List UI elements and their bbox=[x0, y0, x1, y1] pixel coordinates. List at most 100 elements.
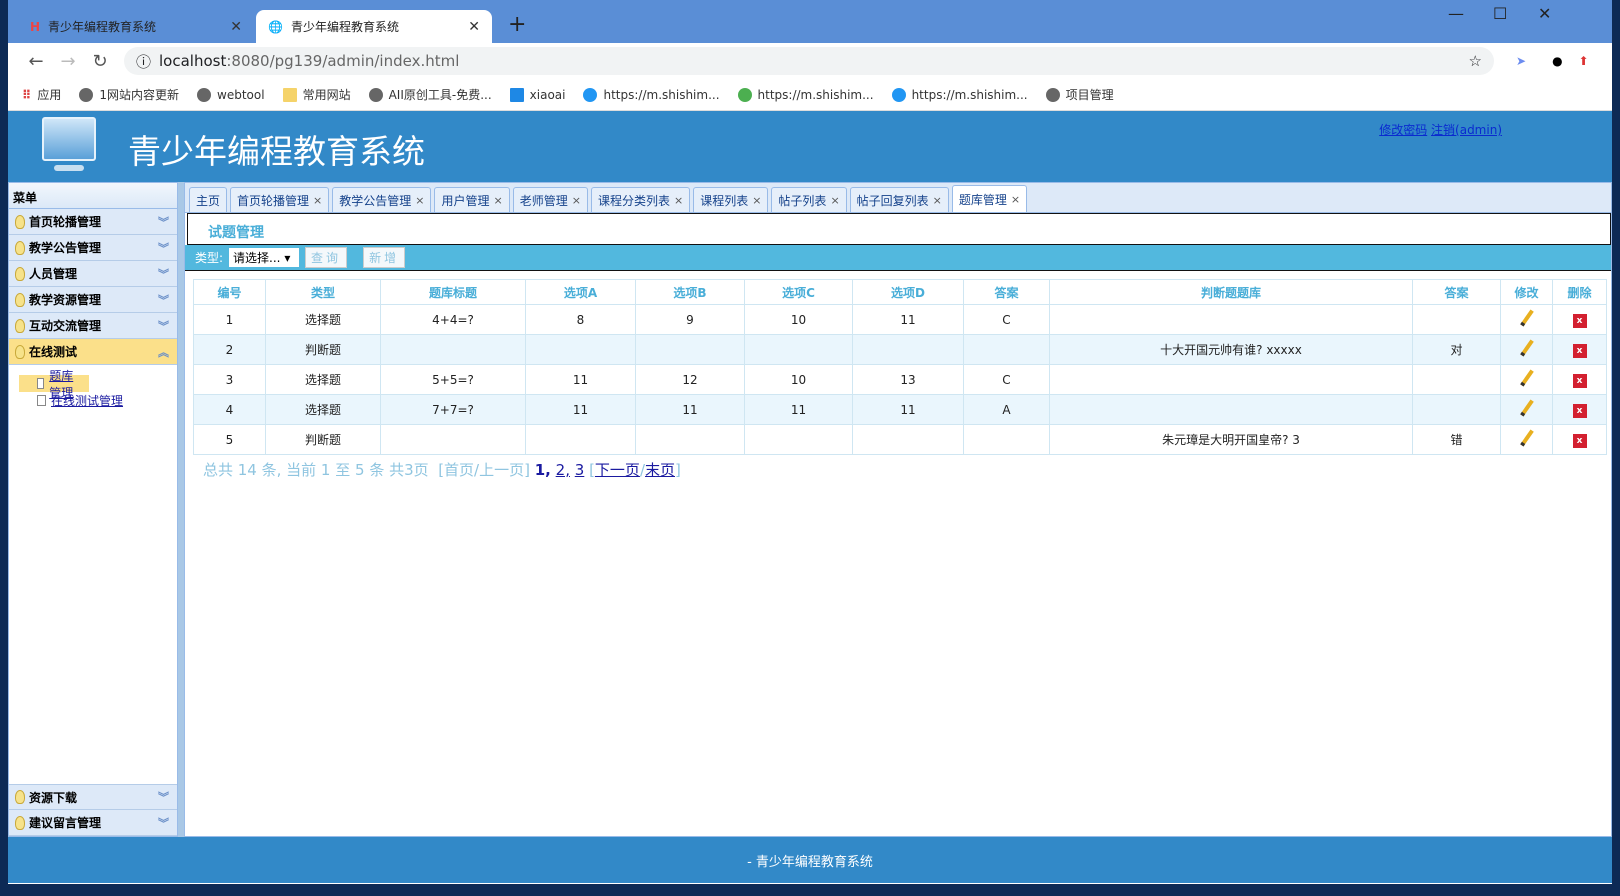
bookmark-folder[interactable]: 常用网站 bbox=[282, 86, 351, 103]
table-cell: 选择题 bbox=[265, 364, 381, 395]
edit-cell bbox=[1500, 304, 1553, 335]
tab[interactable]: 课程分类列表 × bbox=[590, 187, 691, 212]
delete-cell: x bbox=[1552, 334, 1607, 365]
close-tab-icon[interactable]: × bbox=[933, 194, 942, 207]
delete-icon[interactable]: x bbox=[1572, 373, 1587, 388]
bookmark[interactable]: 1网站内容更新 bbox=[79, 86, 179, 103]
questions-table: 编号 类型 题库标题 选项A 选项B 选项C 选项D 答案 判断题题库 答案 修改 删除 1 选择题 4+… bbox=[193, 279, 1607, 455]
bulb-icon bbox=[15, 214, 25, 229]
tab[interactable]: 题库管理 × bbox=[951, 185, 1028, 212]
column-header: 编号 bbox=[193, 279, 266, 305]
pencil-edit-icon[interactable] bbox=[1519, 339, 1534, 357]
pencil-edit-icon[interactable] bbox=[1519, 309, 1534, 327]
close-tab-icon[interactable]: × bbox=[1011, 193, 1020, 206]
pencil-edit-icon[interactable] bbox=[1519, 369, 1534, 387]
tab[interactable]: 首页轮播管理 × bbox=[230, 187, 330, 212]
table-cell: 11 bbox=[852, 394, 964, 425]
url-input[interactable]: ⓘ localhost:8080/pg139/admin/index.html ☆ bbox=[124, 47, 1494, 75]
table-cell: 5 bbox=[193, 424, 266, 455]
table-cell: 8 bbox=[525, 304, 636, 335]
browser-tab[interactable]: H 青少年编程教育系统 ✕ bbox=[18, 10, 254, 43]
tab[interactable]: 教学公告管理 × bbox=[332, 187, 432, 212]
bookmark[interactable]: 项目管理 bbox=[1045, 86, 1114, 103]
close-tab-icon[interactable]: ✕ bbox=[230, 19, 242, 35]
pencil-edit-icon[interactable] bbox=[1519, 399, 1534, 417]
edit-cell bbox=[1500, 334, 1553, 365]
avatar[interactable]: ● bbox=[1552, 54, 1562, 68]
delete-icon[interactable]: x bbox=[1572, 403, 1587, 418]
close-tab-icon[interactable]: × bbox=[572, 194, 581, 207]
delete-cell: x bbox=[1552, 424, 1607, 455]
next-page-link[interactable]: 下一页 bbox=[595, 461, 640, 479]
info-icon: ⓘ bbox=[136, 52, 152, 71]
column-header: 选项B bbox=[635, 279, 745, 305]
close-tab-icon[interactable]: × bbox=[674, 194, 683, 207]
window-close-button[interactable]: ✕ bbox=[1538, 4, 1551, 23]
close-tab-icon[interactable]: × bbox=[830, 194, 839, 207]
logout-link[interactable]: 注销(admin) bbox=[1431, 123, 1502, 137]
sidebar-group[interactable]: 教学公告管理 ︾ bbox=[9, 235, 177, 261]
sidebar-group-open[interactable]: 在线测试 ︽ bbox=[9, 339, 177, 365]
delete-icon[interactable]: x bbox=[1572, 433, 1587, 448]
delete-icon[interactable]: x bbox=[1572, 343, 1587, 358]
browser-tab-active[interactable]: 🌐 青少年编程教育系统 ✕ bbox=[256, 10, 492, 43]
table-cell: 4+4=? bbox=[380, 304, 526, 335]
tab[interactable]: 主页 bbox=[189, 187, 228, 212]
sidebar-group[interactable]: 教学资源管理 ︾ bbox=[9, 287, 177, 313]
new-tab-button[interactable]: + bbox=[508, 12, 526, 37]
query-button[interactable]: 查询 bbox=[305, 247, 348, 268]
tab[interactable]: 帖子列表 × bbox=[771, 187, 847, 212]
star-icon[interactable]: ☆ bbox=[1469, 52, 1482, 70]
add-button[interactable]: 新增 bbox=[363, 247, 406, 268]
delete-icon[interactable]: x bbox=[1572, 313, 1587, 328]
table-cell bbox=[1412, 364, 1501, 395]
bookmark[interactable]: webtool bbox=[197, 87, 265, 102]
page-2-link[interactable]: 2, bbox=[556, 461, 570, 479]
bookmark[interactable]: xiaoai bbox=[509, 87, 565, 102]
close-tab-icon[interactable]: × bbox=[313, 194, 322, 207]
sidebar-group[interactable]: 建议留言管理 ︾ bbox=[9, 810, 177, 836]
c-icon bbox=[891, 87, 906, 102]
update-icon[interactable]: ⬆ bbox=[1579, 54, 1589, 68]
minimize-button[interactable]: — bbox=[1448, 4, 1464, 23]
change-password-link[interactable]: 修改密码 bbox=[1379, 123, 1427, 137]
type-select[interactable]: 请选择... ▾ bbox=[229, 248, 300, 267]
chevron-down-icon: ︾ bbox=[158, 215, 169, 229]
tab[interactable]: 老师管理 × bbox=[512, 187, 588, 212]
globe-icon bbox=[197, 87, 212, 102]
bookmark-apps[interactable]: ⠿ 应用 bbox=[22, 86, 61, 103]
close-tab-icon[interactable]: × bbox=[752, 194, 761, 207]
reload-icon[interactable]: ↻ bbox=[84, 51, 116, 72]
last-page-link[interactable]: 末页 bbox=[645, 461, 675, 479]
page-tabs: 主页 首页轮播管理 × 教学公告管理 × 用户管理 × 老师管理 × 课程分类列表 × 课程列表 × 帖子… bbox=[185, 183, 1611, 213]
bookmark[interactable]: https://m.shishim... bbox=[737, 87, 874, 102]
extension-icon[interactable]: ➤ bbox=[1516, 54, 1526, 68]
close-tab-icon[interactable]: × bbox=[415, 194, 424, 207]
chevron-down-icon: ︾ bbox=[158, 791, 169, 804]
forward-icon[interactable]: → bbox=[52, 51, 84, 72]
sidebar-item-online-test[interactable]: 在线测试管理 bbox=[19, 392, 167, 409]
bulb-icon bbox=[15, 790, 25, 804]
table-cell: 对 bbox=[1412, 334, 1501, 365]
sidebar-group[interactable]: 资源下载 ︾ bbox=[9, 784, 177, 810]
tab[interactable]: 课程列表 × bbox=[693, 187, 769, 212]
maximize-button[interactable]: ☐ bbox=[1493, 4, 1507, 23]
pencil-edit-icon[interactable] bbox=[1519, 429, 1534, 447]
sidebar-item-question-bank[interactable]: 题库管理 bbox=[19, 369, 89, 400]
sidebar-group[interactable]: 互动交流管理 ︾ bbox=[9, 313, 177, 339]
tab[interactable]: 用户管理 × bbox=[434, 187, 510, 212]
tab[interactable]: 帖子回复列表 × bbox=[849, 187, 949, 212]
page-3-link[interactable]: 3 bbox=[575, 461, 585, 479]
globe-icon bbox=[79, 87, 94, 102]
close-tab-icon[interactable]: × bbox=[494, 194, 503, 207]
bookmark[interactable]: AII原创工具-免费... bbox=[368, 86, 492, 103]
close-tab-icon[interactable]: ✕ bbox=[468, 19, 480, 35]
back-icon[interactable]: ← bbox=[20, 51, 52, 72]
sidebar-group[interactable]: 人员管理 ︾ bbox=[9, 261, 177, 287]
sidebar-group[interactable]: 首页轮播管理 ︾ bbox=[9, 209, 177, 235]
bookmark[interactable]: https://m.shishim... bbox=[583, 87, 720, 102]
bookmark[interactable]: https://m.shishim... bbox=[891, 87, 1028, 102]
table-cell: A bbox=[963, 394, 1050, 425]
table-cell: 4 bbox=[193, 394, 266, 425]
table-cell bbox=[1049, 394, 1413, 425]
